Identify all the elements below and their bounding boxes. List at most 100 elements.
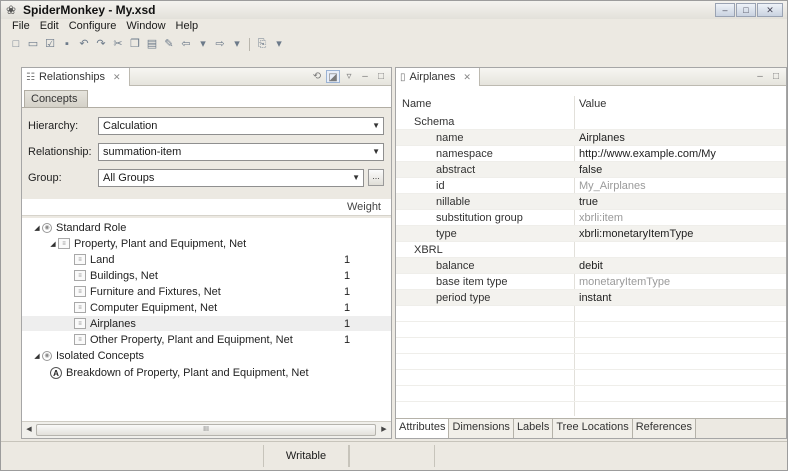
expanded-twisty-icon[interactable]: ◢	[32, 224, 42, 232]
tab-concepts[interactable]: Concepts	[24, 90, 89, 107]
property-row[interactable]: id My_Airplanes	[396, 178, 786, 194]
empty-row	[396, 322, 786, 338]
edit-pencil-icon[interactable]: ✎	[162, 37, 176, 51]
minimize-pane-icon[interactable]: –	[358, 70, 372, 83]
property-group-schema[interactable]: Schema	[396, 114, 786, 130]
tree-node-other-ppe[interactable]: ≡ Other Property, Plant and Equipment, N…	[22, 332, 391, 347]
tree-node-computer-equipment[interactable]: ≡ Computer Equipment, Net 1	[22, 300, 391, 315]
tree-node-airplanes[interactable]: ≡ Airplanes 1	[22, 316, 391, 331]
undo-icon[interactable]: ↶	[77, 37, 91, 51]
tab-references[interactable]: References	[632, 419, 696, 438]
view-menu-icon[interactable]: ▿	[342, 70, 356, 83]
tab-airplanes[interactable]: ▯ Airplanes ✕	[396, 68, 480, 86]
tab-tree-locations[interactable]: Tree Locations	[553, 419, 633, 438]
hierarchy-select[interactable]: Calculation ▼	[98, 117, 384, 135]
tab-attributes[interactable]: Attributes	[396, 419, 450, 438]
chevron-down-icon: ▼	[372, 121, 380, 130]
property-row[interactable]: abstract false	[396, 162, 786, 178]
status-bar: Writable	[1, 441, 787, 470]
property-row[interactable]: nillable true	[396, 194, 786, 210]
browse-groups-button[interactable]: ...	[368, 169, 384, 186]
value-column-header[interactable]: Value	[579, 98, 606, 110]
link-editor-icon[interactable]: ⟲	[310, 70, 324, 83]
property-group-xbrl[interactable]: XBRL	[396, 242, 786, 258]
new-document-dropdown-icon[interactable]: ▾	[272, 37, 286, 51]
property-value: monetaryItemType	[579, 276, 671, 288]
maximize-button[interactable]: □	[736, 3, 756, 17]
menu-help[interactable]: Help	[171, 19, 204, 35]
weight-column-header[interactable]: Weight	[347, 201, 381, 213]
tree-node-label: Land	[90, 253, 115, 266]
property-name: XBRL	[414, 244, 443, 256]
property-row[interactable]: namespace http://www.example.com/My	[396, 146, 786, 162]
scroll-left-icon[interactable]: ◀	[23, 424, 35, 436]
tree-node-buildings[interactable]: ≡ Buildings, Net 1	[22, 268, 391, 283]
menu-edit[interactable]: Edit	[35, 19, 64, 35]
forward-arrow-icon[interactable]: ⇨	[213, 37, 227, 51]
forward-dropdown-icon[interactable]: ▾	[230, 37, 244, 51]
tree-node-isolated-concepts[interactable]: ◢ ◉ Isolated Concepts	[22, 348, 391, 363]
validate-icon[interactable]: ☑	[43, 37, 57, 51]
property-row[interactable]: name Airplanes	[396, 130, 786, 146]
property-name: name	[436, 132, 464, 144]
menu-window[interactable]: Window	[121, 19, 170, 35]
copy-icon[interactable]: ❐	[128, 37, 142, 51]
filter-icon[interactable]: ◪	[326, 70, 340, 83]
tree-node-breakdown-ppe[interactable]: A Breakdown of Property, Plant and Equip…	[22, 365, 391, 380]
property-row[interactable]: base item type monetaryItemType	[396, 274, 786, 290]
role-icon: ◉	[42, 222, 52, 233]
scrollbar-thumb[interactable]: III	[36, 424, 376, 436]
relationship-select[interactable]: summation-item ▼	[98, 143, 384, 161]
minimize-pane-icon[interactable]: –	[753, 70, 767, 83]
horizontal-scrollbar[interactable]: ◀ III ▶	[22, 421, 391, 438]
save-icon[interactable]: ▪	[60, 37, 74, 51]
property-name: abstract	[436, 164, 476, 176]
redo-icon[interactable]: ↷	[94, 37, 108, 51]
tree-node-furniture[interactable]: ≡ Furniture and Fixtures, Net 1	[22, 284, 391, 299]
minimize-button[interactable]: –	[715, 3, 735, 17]
tree-node-label: Isolated Concepts	[56, 349, 145, 362]
menu-file[interactable]: File	[7, 19, 35, 35]
paste-icon[interactable]: ▤	[145, 37, 159, 51]
tree-node-land[interactable]: ≡ Land 1	[22, 252, 391, 267]
tree-node-label: Property, Plant and Equipment, Net	[74, 237, 247, 250]
tree-node-standard-role[interactable]: ◢ ◉ Standard Role	[22, 220, 391, 235]
relationship-label: Relationship:	[28, 146, 92, 158]
maximize-pane-icon[interactable]: □	[769, 70, 783, 83]
tree-node-label: Buildings, Net	[90, 269, 158, 282]
property-row[interactable]: period type instant	[396, 290, 786, 306]
properties-pane-header: ▯ Airplanes ✕ – □	[396, 68, 786, 86]
back-dropdown-icon[interactable]: ▾	[196, 37, 210, 51]
name-column-header[interactable]: Name	[402, 98, 431, 110]
open-folder-icon[interactable]: ▭	[26, 37, 40, 51]
close-tab-icon[interactable]: ✕	[463, 72, 471, 83]
expanded-twisty-icon[interactable]: ◢	[32, 352, 42, 360]
new-file-icon[interactable]: □	[9, 37, 23, 51]
concept-icon: ≡	[74, 334, 86, 345]
property-row[interactable]: type xbrli:monetaryItemType	[396, 226, 786, 242]
spidermonkey-app-icon: ❀	[6, 3, 17, 17]
tab-relationships-label: Relationships	[38, 71, 106, 83]
tree-node-ppe-net[interactable]: ◢ ≡ Property, Plant and Equipment, Net	[22, 236, 391, 251]
hierarchy-select-value: Calculation	[103, 120, 158, 132]
cut-icon[interactable]: ✂	[111, 37, 125, 51]
property-row[interactable]: balance debit	[396, 258, 786, 274]
property-row[interactable]: substitution group xbrli:item	[396, 210, 786, 226]
back-arrow-icon[interactable]: ⇦	[179, 37, 193, 51]
close-window-button[interactable]: ✕	[757, 3, 783, 17]
maximize-pane-icon[interactable]: □	[374, 70, 388, 83]
properties-table-header: Name Value	[396, 96, 786, 112]
tab-dimensions[interactable]: Dimensions	[449, 419, 514, 438]
tab-labels[interactable]: Labels	[513, 419, 554, 438]
tab-relationships[interactable]: ☷ Relationships ✕	[22, 68, 130, 86]
expanded-twisty-icon[interactable]: ◢	[48, 240, 58, 248]
new-document-icon[interactable]: ⎘	[255, 37, 269, 51]
scroll-right-icon[interactable]: ▶	[378, 424, 390, 436]
close-tab-icon[interactable]: ✕	[113, 72, 121, 83]
document-icon: ▯	[400, 71, 406, 83]
tree-node-label: Furniture and Fixtures, Net	[90, 285, 221, 298]
group-select[interactable]: All Groups ▼	[98, 169, 364, 187]
group-select-value: All Groups	[103, 172, 155, 184]
property-value: xbrli:item	[579, 212, 624, 224]
menu-configure[interactable]: Configure	[64, 19, 122, 35]
